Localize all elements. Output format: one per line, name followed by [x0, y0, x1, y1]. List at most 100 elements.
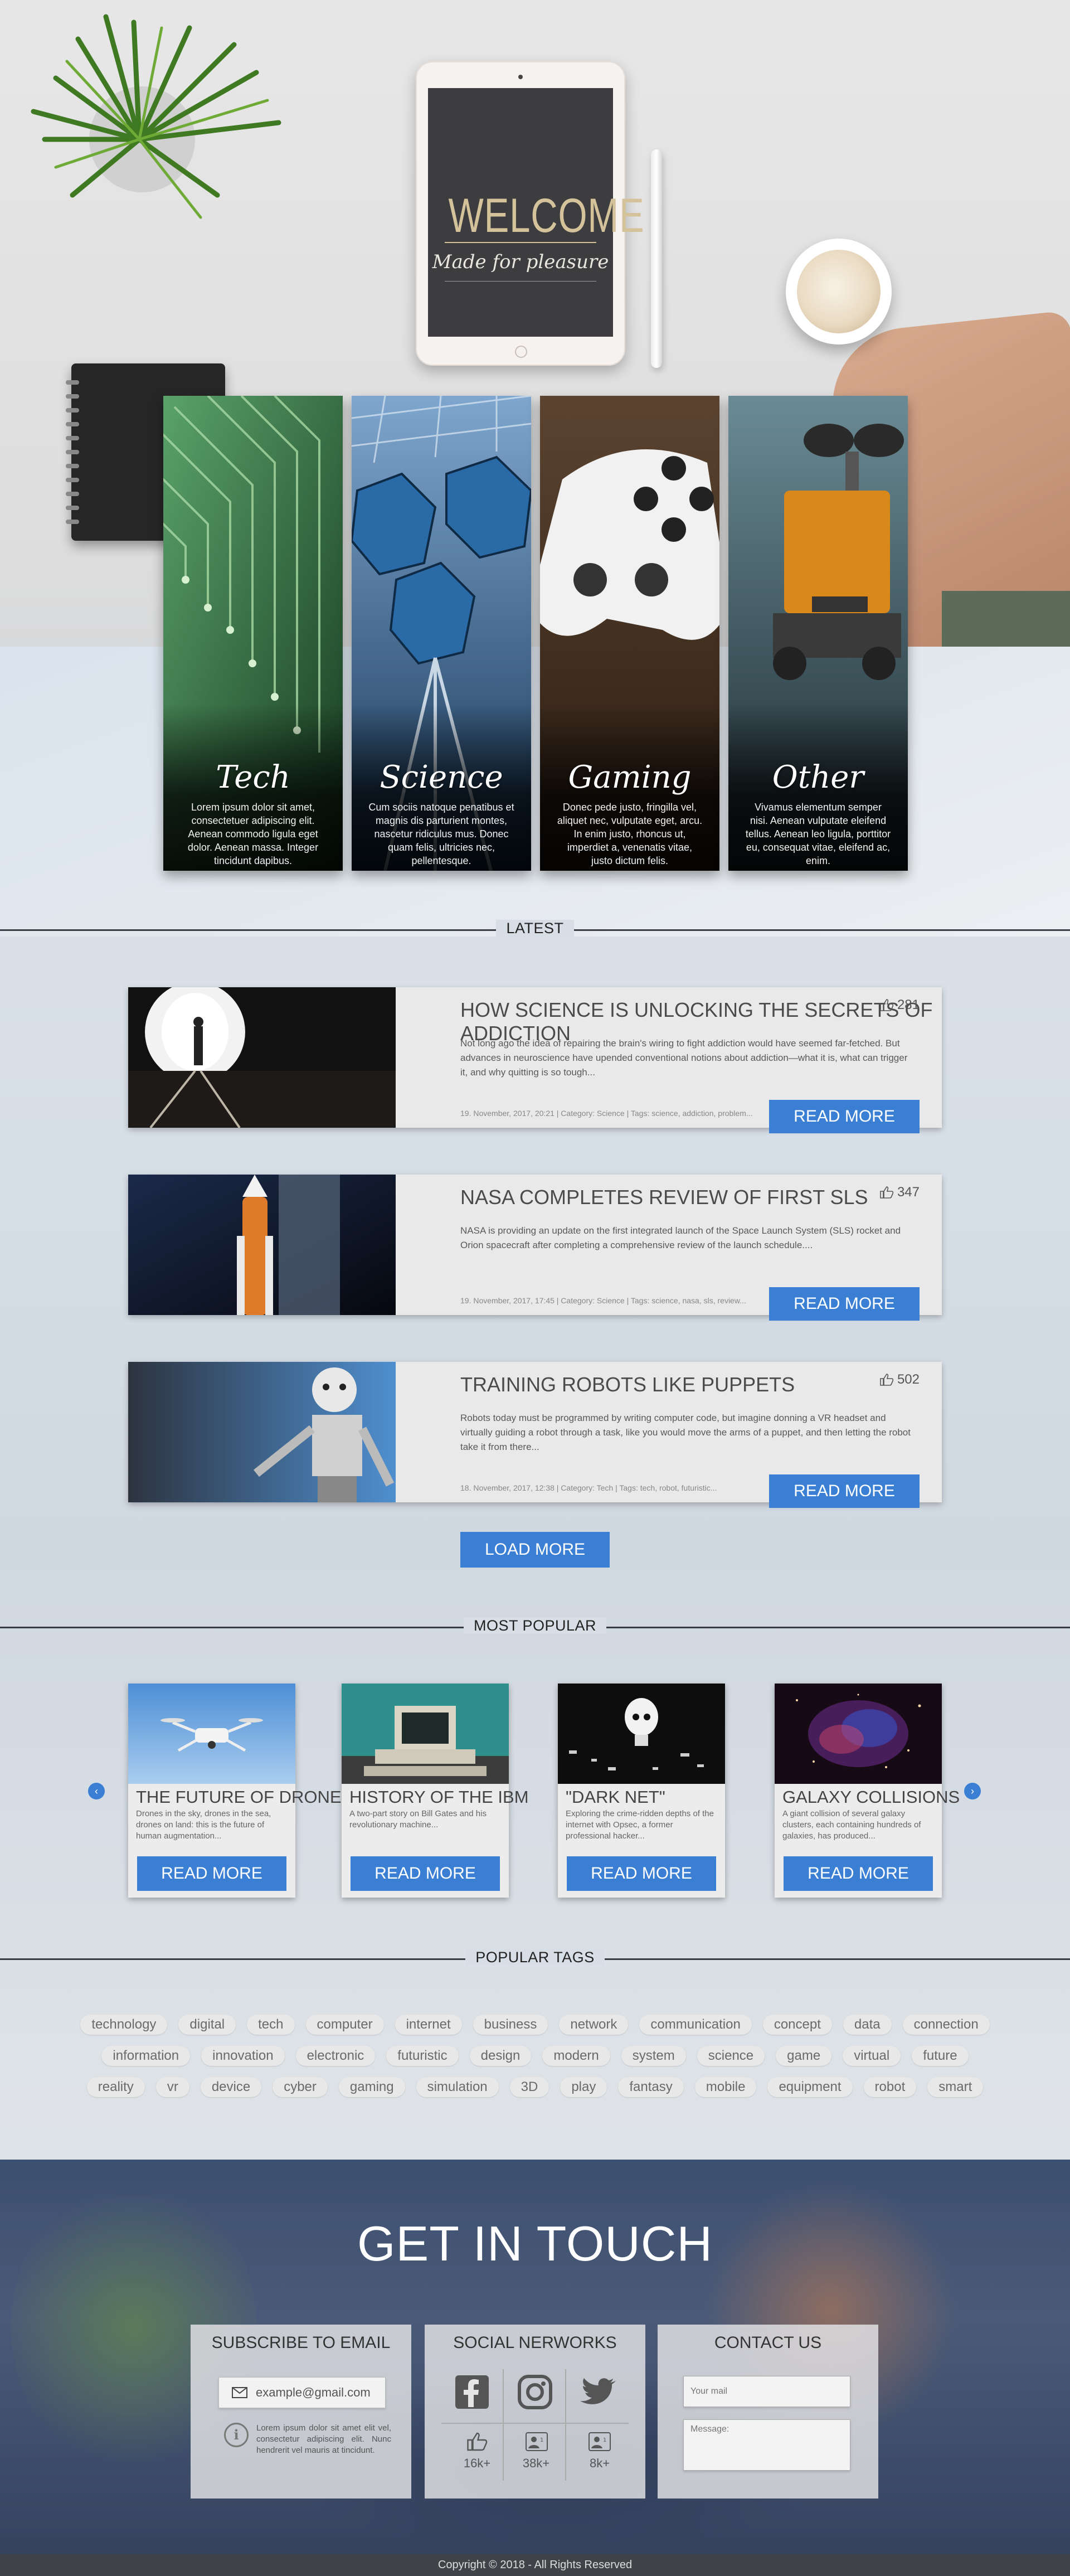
article-meta: 19. November, 2017, 20:21 | Category: Sc… — [460, 1109, 753, 1118]
tag[interactable]: equipment — [767, 2077, 853, 2097]
popular-title[interactable]: HISTORY OF THE IBM — [349, 1787, 529, 1807]
like-counter[interactable]: 281 — [879, 997, 920, 1013]
tag[interactable]: information — [101, 2046, 191, 2066]
tag[interactable]: virtual — [843, 2046, 901, 2066]
contact-title: GET IN TOUCH — [357, 2216, 713, 2271]
tag[interactable]: device — [200, 2077, 262, 2097]
category-card-science[interactable]: Science Cum sociis natoque penatibus et … — [352, 396, 531, 871]
read-more-button[interactable]: READ MORE — [769, 1474, 920, 1508]
tag[interactable]: computer — [305, 2015, 384, 2035]
tag[interactable]: cyber — [273, 2077, 328, 2097]
instagram-icon[interactable] — [517, 2374, 553, 2410]
read-more-button[interactable]: READ MORE — [784, 1856, 933, 1891]
category-card-tech[interactable]: Tech Lorem ipsum dolor sit amet, consect… — [163, 396, 343, 871]
read-more-button[interactable]: READ MORE — [567, 1856, 716, 1891]
tag[interactable]: smart — [927, 2077, 984, 2097]
plant-image — [31, 14, 281, 219]
galaxy-image — [775, 1684, 942, 1784]
instagram-count: 38k+ — [522, 2456, 550, 2470]
article-title[interactable]: TRAINING ROBOTS LIKE PUPPETS — [460, 1373, 795, 1396]
tag[interactable]: future — [912, 2046, 969, 2066]
popular-card[interactable]: "DARK NET" Exploring the crime-ridden de… — [558, 1684, 725, 1898]
thumbs-up-icon — [467, 2432, 488, 2451]
tag[interactable]: modern — [542, 2046, 610, 2066]
popular-card[interactable]: GALAXY COLLISIONS A giant collision of s… — [775, 1684, 960, 1898]
tag[interactable]: concept — [762, 2015, 832, 2035]
like-count: 347 — [897, 1185, 920, 1200]
contact-form-title: CONTACT US — [714, 2334, 822, 2352]
tag[interactable]: futuristic — [386, 2046, 459, 2066]
tag[interactable]: play — [560, 2077, 607, 2097]
tablet-image: WELCOME Made for pleasure — [416, 61, 644, 366]
social-panel: SOCIAL NERWORKS 1 1 16k+ 38k+ 8k+ — [425, 2325, 645, 2499]
tag[interactable]: connection — [902, 2015, 990, 2035]
article-card[interactable]: TRAINING ROBOTS LIKE PUPPETS 502 Robots … — [128, 1362, 942, 1508]
tag[interactable]: internet — [395, 2015, 462, 2035]
article-title[interactable]: NASA COMPLETES REVIEW OF FIRST SLS — [460, 1186, 868, 1209]
subscribe-email-field[interactable]: example@gmail.com — [218, 2377, 386, 2408]
tag[interactable]: tech — [247, 2015, 295, 2035]
read-more-button[interactable]: READ MORE — [769, 1100, 920, 1133]
contact-section: GET IN TOUCH SUBSCRIBE TO EMAIL example@… — [0, 2160, 1070, 2554]
facebook-icon[interactable] — [454, 2374, 490, 2410]
category-text: Cum sociis natoque penatibus et magnis d… — [368, 802, 514, 866]
like-count: 502 — [897, 1372, 920, 1387]
tag[interactable]: science — [697, 2046, 765, 2066]
article-card[interactable]: NASA COMPLETES REVIEW OF FIRST SLS 347 N… — [128, 1175, 942, 1321]
tag[interactable]: reality — [86, 2077, 145, 2097]
tag[interactable]: simulation — [416, 2077, 499, 2097]
load-more-button[interactable]: LOAD MORE — [460, 1532, 610, 1568]
tag[interactable]: system — [621, 2046, 686, 2066]
article-meta: 19. November, 2017, 17:45 | Category: Sc… — [460, 1296, 746, 1305]
category-card-other[interactable]: Other Vivamus elementum semper nisi. Aen… — [728, 396, 908, 871]
tag[interactable]: 3D — [509, 2077, 549, 2097]
tag[interactable]: fantasy — [618, 2077, 684, 2097]
tag[interactable]: vr — [155, 2077, 189, 2097]
popular-title[interactable]: GALAXY COLLISIONS — [782, 1787, 960, 1807]
tags-heading: POPULAR TAGS — [451, 1949, 619, 1966]
tag[interactable]: business — [473, 2015, 548, 2035]
tag[interactable]: robot — [863, 2077, 917, 2097]
tag[interactable]: gaming — [338, 2077, 405, 2097]
read-more-button[interactable]: READ MORE — [137, 1856, 286, 1891]
tag[interactable]: innovation — [201, 2046, 285, 2066]
tag[interactable]: data — [843, 2015, 892, 2035]
popular-heading: MOST POPULAR — [451, 1617, 619, 1634]
tag[interactable]: digital — [178, 2015, 236, 2035]
twitter-icon[interactable] — [580, 2374, 616, 2410]
hero-section: WELCOME Made for pleasure — [0, 0, 1070, 647]
mail-input[interactable] — [683, 2376, 850, 2407]
copyright-text: Copyright © 2018 - All Rights Reserved — [437, 2559, 633, 2571]
tag[interactable]: communication — [639, 2015, 752, 2035]
tunnel-image — [128, 987, 396, 1128]
message-input[interactable] — [683, 2419, 850, 2471]
tag[interactable]: mobile — [694, 2077, 757, 2097]
subscribe-info: i Lorem ipsum dolor sit amet elit vel, c… — [224, 2423, 391, 2456]
read-more-button[interactable]: READ MORE — [769, 1287, 920, 1321]
followers-icon: 1 — [526, 2432, 548, 2451]
tag[interactable]: design — [469, 2046, 532, 2066]
latest-heading: LATEST — [479, 920, 591, 937]
category-title: Other — [772, 759, 864, 795]
read-more-button[interactable]: READ MORE — [351, 1856, 500, 1891]
popular-card[interactable]: HISTORY OF THE IBM A two-part story on B… — [342, 1684, 529, 1898]
pencil-image — [651, 149, 662, 368]
popular-card[interactable]: THE FUTURE OF DRONES Drones in the sky, … — [128, 1684, 353, 1898]
followers-icon: 1 — [588, 2432, 611, 2451]
tag[interactable]: electronic — [295, 2046, 376, 2066]
article-excerpt: NASA is providing an update on the first… — [460, 1225, 901, 1250]
category-card-gaming[interactable]: Gaming Donec pede justo, fringilla vel, … — [540, 396, 719, 871]
subscribe-title: SUBSCRIBE TO EMAIL — [211, 2334, 391, 2352]
tag-row: reality vr device cyber gaming simulatio… — [86, 2077, 984, 2097]
like-counter[interactable]: 347 — [879, 1185, 920, 1200]
tag[interactable]: network — [559, 2015, 629, 2035]
like-counter[interactable]: 502 — [879, 1372, 920, 1388]
popular-title[interactable]: THE FUTURE OF DRONES — [136, 1787, 353, 1807]
tag[interactable]: technology — [80, 2015, 168, 2035]
carousel-prev-button[interactable]: ‹ — [88, 1783, 105, 1799]
tag[interactable]: game — [776, 2046, 832, 2066]
dark-net-image — [558, 1684, 725, 1784]
popular-title[interactable]: "DARK NET" — [566, 1787, 665, 1807]
carousel-next-button[interactable]: › — [964, 1783, 981, 1799]
article-card[interactable]: HOW SCIENCE IS UNLOCKING THE SECRETS OF … — [128, 987, 942, 1133]
